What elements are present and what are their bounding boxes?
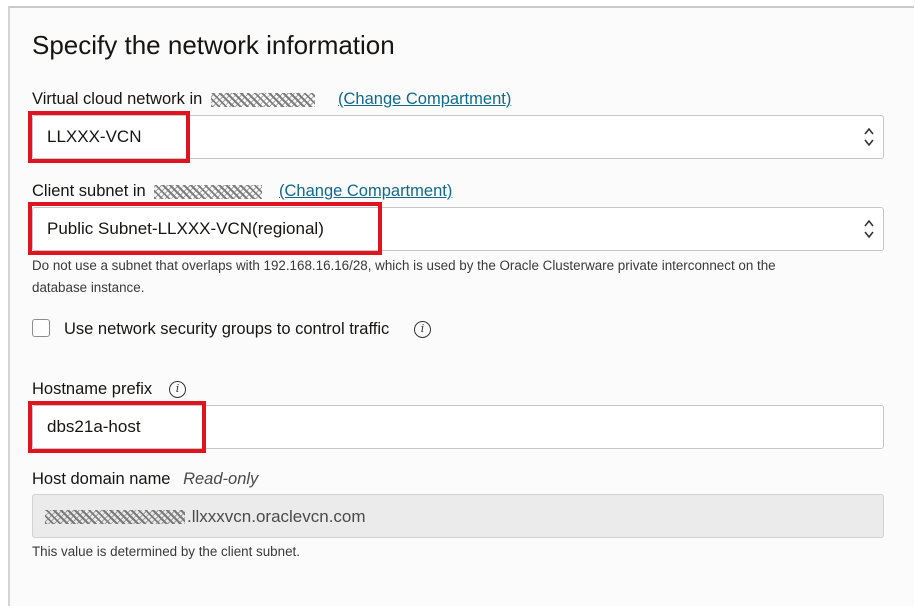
info-icon[interactable]: i — [414, 321, 431, 338]
domain-value: .llxxxvcn.oraclevcn.com — [187, 507, 366, 526]
domain-prefix-redacted — [45, 510, 185, 524]
subnet-change-compartment-link[interactable]: (Change Compartment) — [279, 182, 452, 201]
vcn-change-compartment-link[interactable]: (Change Compartment) — [338, 90, 511, 109]
vcn-select-value: LLXXX-VCN — [47, 127, 142, 146]
hostname-input-value: dbs21a-host — [47, 417, 141, 436]
domain-help-text: This value is determined by the client s… — [32, 544, 300, 559]
vcn-label: Virtual cloud network in — [32, 90, 315, 109]
domain-readonly-field: .llxxxvcn.oraclevcn.com — [32, 494, 884, 538]
chevron-up-down-icon — [864, 127, 874, 147]
nsg-label[interactable]: Use network security groups to control t… — [64, 320, 389, 339]
subnet-select-value: Public Subnet-LLXXX-VCN(regional) — [47, 219, 324, 238]
section-title: Specify the network information — [32, 30, 395, 60]
chevron-up-down-icon — [864, 219, 874, 239]
subnet-label: Client subnet in — [32, 182, 263, 201]
domain-label: Host domain name Read-only — [32, 470, 259, 488]
vcn-select[interactable]: LLXXX-VCN — [32, 115, 884, 159]
readonly-tag: Read-only — [183, 470, 259, 488]
info-icon[interactable]: i — [169, 381, 186, 398]
subnet-help-text: Do not use a subnet that overlaps with 1… — [32, 258, 776, 295]
nsg-checkbox[interactable] — [32, 319, 50, 337]
compartment-name-redacted — [210, 92, 315, 107]
compartment-name-redacted — [154, 184, 263, 199]
hostname-input[interactable]: dbs21a-host — [32, 405, 884, 449]
hostname-label: Hostname prefix — [32, 380, 153, 398]
subnet-select[interactable]: Public Subnet-LLXXX-VCN(regional) — [32, 207, 884, 251]
